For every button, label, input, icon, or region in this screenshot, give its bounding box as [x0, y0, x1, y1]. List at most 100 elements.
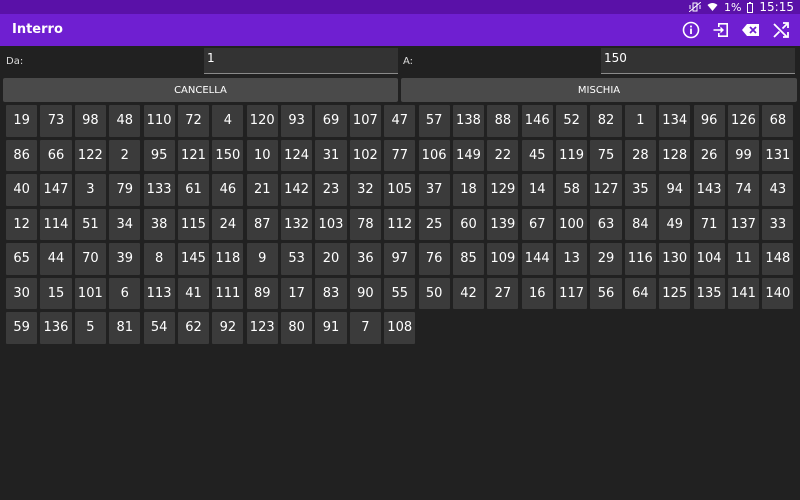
wifi-icon	[707, 3, 718, 11]
number-cell: 36	[349, 243, 381, 275]
number-cell: 52	[556, 105, 588, 137]
number-cell: 114	[40, 208, 72, 240]
shuffle-numbers-button[interactable]: MISCHIA	[401, 78, 797, 102]
number-cell: 100	[556, 208, 588, 240]
number-cell: 117	[556, 277, 588, 309]
number-cell: 145	[177, 243, 210, 275]
number-cell: 120	[246, 105, 278, 137]
number-cell: 94	[659, 174, 691, 206]
number-cell: 83	[315, 277, 347, 309]
number-cell: 67	[521, 208, 553, 240]
number-cell: 84	[624, 208, 656, 240]
number-cell: 87	[246, 208, 278, 240]
number-cell: 62	[177, 312, 210, 344]
number-cell: 118	[212, 243, 244, 275]
number-cell: 59	[6, 312, 38, 344]
number-cell: 49	[659, 208, 691, 240]
number-cell: 127	[590, 174, 622, 206]
number-cell: 98	[74, 105, 106, 137]
number-cell: 116	[624, 243, 656, 275]
number-cell: 141	[727, 277, 760, 309]
number-cell: 123	[246, 312, 278, 344]
number-cell: 79	[109, 174, 141, 206]
number-cell: 18	[452, 174, 485, 206]
status-icons: 1% 15:15	[688, 0, 794, 14]
number-cell: 76	[418, 243, 450, 275]
number-cell: 126	[727, 105, 760, 137]
number-cell: 95	[143, 139, 175, 171]
number-cell: 113	[143, 277, 175, 309]
number-cell: 58	[556, 174, 588, 206]
number-cell: 23	[315, 174, 347, 206]
app-title: Interro	[12, 22, 63, 37]
number-cell: 104	[693, 243, 725, 275]
to-field[interactable]: 150	[601, 48, 795, 74]
number-cell: 144	[521, 243, 553, 275]
number-cell: 77	[384, 139, 416, 171]
number-cell: 9	[246, 243, 278, 275]
number-cell: 7	[349, 312, 381, 344]
number-cell: 10	[246, 139, 278, 171]
number-cell: 57	[418, 105, 450, 137]
number-cell: 21	[246, 174, 278, 206]
number-cell: 99	[727, 139, 760, 171]
number-cell: 35	[624, 174, 656, 206]
number-cell: 139	[487, 208, 519, 240]
number-cell: 125	[659, 277, 691, 309]
number-cell: 60	[452, 208, 485, 240]
number-cell: 86	[6, 139, 38, 171]
number-cell: 37	[418, 174, 450, 206]
number-cell: 93	[281, 105, 313, 137]
number-cell: 149	[452, 139, 485, 171]
number-cell: 133	[143, 174, 175, 206]
number-cell: 39	[109, 243, 141, 275]
number-cell: 102	[349, 139, 381, 171]
number-cell: 147	[40, 174, 72, 206]
number-cell: 109	[487, 243, 519, 275]
exit-button[interactable]	[706, 14, 736, 46]
number-cell: 45	[521, 139, 553, 171]
number-cell: 137	[727, 208, 760, 240]
number-cell: 28	[624, 139, 656, 171]
from-label: Da:	[6, 56, 24, 67]
number-cell: 27	[487, 277, 519, 309]
number-cell: 46	[212, 174, 244, 206]
number-cell: 130	[659, 243, 691, 275]
number-cell: 85	[452, 243, 485, 275]
number-cell: 138	[452, 105, 485, 137]
number-cell: 30	[6, 277, 38, 309]
number-cell: 42	[452, 277, 485, 309]
number-cell: 53	[281, 243, 313, 275]
battery-icon	[747, 1, 754, 13]
number-cell: 25	[418, 208, 450, 240]
number-cell: 26	[693, 139, 725, 171]
number-cell: 75	[590, 139, 622, 171]
status-time: 15:15	[759, 0, 794, 14]
number-cell: 89	[246, 277, 278, 309]
backspace-button[interactable]	[736, 14, 766, 46]
number-cell: 92	[212, 312, 244, 344]
number-cell: 103	[315, 208, 347, 240]
number-cell: 81	[109, 312, 141, 344]
number-cell: 73	[40, 105, 72, 137]
number-cell: 31	[315, 139, 347, 171]
clear-button[interactable]: CANCELLA	[3, 78, 398, 102]
number-cell: 20	[315, 243, 347, 275]
number-grid: 19 73 98 48 110 72 4 120 93 69 107 47 57 138 88 146 52 82…	[6, 105, 796, 344]
number-cell: 12	[6, 208, 38, 240]
number-cell: 142	[281, 174, 313, 206]
number-cell: 43	[762, 174, 794, 206]
info-button[interactable]	[676, 14, 706, 46]
number-cell: 105	[384, 174, 416, 206]
from-field[interactable]: 1	[204, 48, 398, 74]
number-cell: 82	[590, 105, 622, 137]
number-cell: 65	[6, 243, 38, 275]
number-cell: 14	[521, 174, 553, 206]
number-cell: 68	[762, 105, 794, 137]
number-cell: 22	[487, 139, 519, 171]
number-cell: 128	[659, 139, 691, 171]
shuffle-button[interactable]	[766, 14, 796, 46]
number-cell: 41	[177, 277, 210, 309]
number-cell: 33	[762, 208, 794, 240]
number-cell: 96	[693, 105, 725, 137]
